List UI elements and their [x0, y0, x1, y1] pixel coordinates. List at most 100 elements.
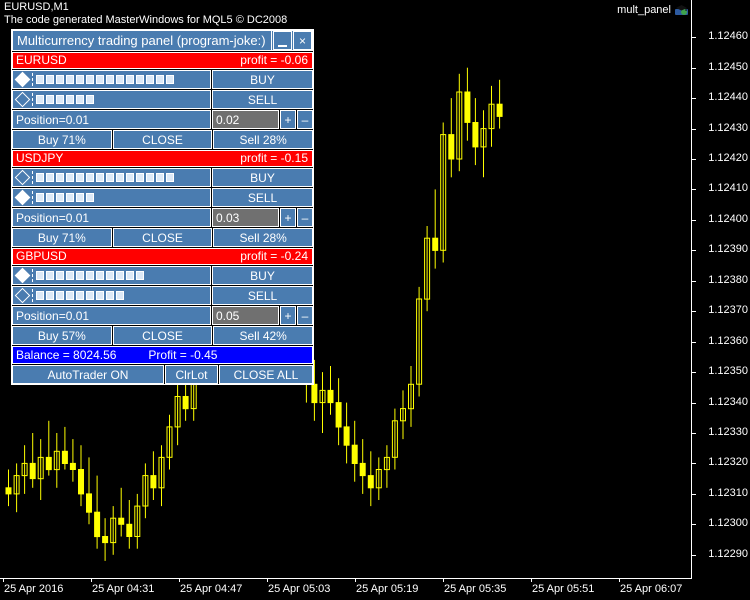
- sell-gauge[interactable]: [12, 286, 211, 305]
- balance-value: Balance = 8024.56: [16, 348, 117, 362]
- time-tick-mark: [3, 578, 4, 582]
- time-tick-mark: [91, 578, 92, 582]
- symbol-header: EURUSD profit = -0.06: [12, 52, 313, 69]
- minimize-button[interactable]: [273, 31, 292, 50]
- sell-selector[interactable]: [13, 189, 32, 206]
- gauge-separator: [32, 191, 33, 204]
- time-tick-label: 25 Apr 04:47: [180, 583, 243, 595]
- price-tick-mark: [692, 403, 696, 404]
- buy-selector[interactable]: [13, 169, 32, 186]
- close-button[interactable]: ×: [293, 31, 312, 50]
- gauge-block: [116, 173, 124, 182]
- buy-button[interactable]: BUY: [212, 70, 313, 89]
- buy-gauge-blocks: [36, 75, 174, 84]
- gauge-block: [66, 271, 74, 280]
- buy-row: BUY: [12, 70, 313, 89]
- close-position-button[interactable]: CLOSE: [112, 228, 213, 247]
- buy-selector[interactable]: [13, 267, 32, 284]
- diamond-icon: [14, 71, 31, 88]
- gauge-block: [96, 291, 104, 300]
- multicurrency-trading-panel[interactable]: Multicurrency trading panel (program-jok…: [11, 29, 314, 385]
- sell-percent-button[interactable]: Sell 28%: [213, 228, 314, 247]
- sell-percent-button[interactable]: Sell 42%: [213, 326, 314, 345]
- buy-gauge[interactable]: [12, 70, 211, 89]
- lot-size-input[interactable]: 0.02: [212, 110, 279, 129]
- time-tick-mark: [443, 578, 444, 582]
- lot-increase-button[interactable]: +: [280, 208, 296, 227]
- close-position-button[interactable]: CLOSE: [112, 130, 213, 149]
- buy-row: BUY: [12, 168, 313, 187]
- sell-button[interactable]: SELL: [212, 286, 313, 305]
- sell-gauge[interactable]: [12, 188, 211, 207]
- gauge-separator: [32, 289, 33, 302]
- sell-gauge[interactable]: [12, 90, 211, 109]
- position-row: Position=0.01 0.02 + –: [12, 110, 313, 129]
- sell-button[interactable]: SELL: [212, 188, 313, 207]
- price-tick-label: 1.12400: [708, 213, 748, 225]
- metatrader-chart-window: EURUSD,M1 The code generated MasterWindo…: [0, 0, 750, 600]
- lot-decrease-button[interactable]: –: [297, 306, 313, 325]
- symbol-header: USDJPY profit = -0.15: [12, 150, 313, 167]
- sell-selector[interactable]: [13, 91, 32, 108]
- price-tick-mark: [692, 159, 696, 160]
- time-scale-divider: [0, 578, 692, 579]
- gauge-block: [66, 95, 74, 104]
- buy-button[interactable]: BUY: [212, 168, 313, 187]
- gauge-block: [76, 95, 84, 104]
- lot-increase-button[interactable]: +: [280, 110, 296, 129]
- gauge-block: [86, 173, 94, 182]
- buy-percent-button[interactable]: Buy 71%: [12, 130, 112, 149]
- close-icon: ×: [298, 33, 306, 48]
- sell-button[interactable]: SELL: [212, 90, 313, 109]
- time-scale[interactable]: 25 Apr 2016 25 Apr 04:31 25 Apr 04:47 25 Ap…: [0, 578, 692, 600]
- price-tick-label: 1.12350: [708, 365, 748, 377]
- price-tick-label: 1.12290: [708, 548, 748, 560]
- lot-decrease-button[interactable]: –: [297, 110, 313, 129]
- minimize-icon: [278, 44, 287, 47]
- price-tick-label: 1.12450: [708, 61, 748, 73]
- chart-symbol-label: EURUSD,M1: [4, 1, 69, 13]
- buy-percent-button[interactable]: Buy 71%: [12, 228, 112, 247]
- lot-decrease-button[interactable]: –: [297, 208, 313, 227]
- time-tick-mark: [267, 578, 268, 582]
- lot-increase-button[interactable]: +: [280, 306, 296, 325]
- symbol-section: GBPUSD profit = -0.24 BUY SELL Position=0.01…: [12, 248, 314, 345]
- gauge-block: [56, 193, 64, 202]
- gauge-block: [66, 173, 74, 182]
- gauge-block: [36, 173, 44, 182]
- expert-advisor-icon: [675, 4, 688, 17]
- price-scale[interactable]: 1.12460 1.12450 1.12440 1.12430 1.12420 1.124…: [692, 0, 750, 578]
- panel-titlebar[interactable]: Multicurrency trading panel (program-jok…: [12, 30, 313, 51]
- clear-lot-button[interactable]: ClrLot: [165, 365, 218, 384]
- time-tick-label: 25 Apr 05:35: [444, 583, 507, 595]
- buy-gauge[interactable]: [12, 168, 211, 187]
- buy-selector[interactable]: [13, 71, 32, 88]
- buy-percent-button[interactable]: Buy 57%: [12, 326, 112, 345]
- autotrader-toggle-button[interactable]: AutoTrader ON: [12, 365, 164, 384]
- panel-title: Multicurrency trading panel (program-jok…: [13, 31, 272, 50]
- time-tick-mark: [179, 578, 180, 582]
- buy-button[interactable]: BUY: [212, 266, 313, 285]
- sell-percent-button[interactable]: Sell 28%: [213, 130, 314, 149]
- gauge-block: [146, 173, 154, 182]
- sell-selector[interactable]: [13, 287, 32, 304]
- close-position-button[interactable]: CLOSE: [112, 326, 213, 345]
- gauge-separator: [32, 171, 33, 184]
- lot-size-input[interactable]: 0.05: [212, 306, 279, 325]
- gauge-block: [146, 75, 154, 84]
- gauge-block: [156, 173, 164, 182]
- close-all-button[interactable]: CLOSE ALL: [219, 365, 313, 384]
- position-row: Position=0.01 0.03 + –: [12, 208, 313, 227]
- position-label: Position=0.01: [12, 110, 211, 129]
- price-tick-mark: [692, 68, 696, 69]
- gauge-separator: [32, 73, 33, 86]
- buy-gauge[interactable]: [12, 266, 211, 285]
- gauge-block: [116, 291, 124, 300]
- price-tick-mark: [692, 98, 696, 99]
- diamond-icon: [14, 287, 31, 304]
- gauge-block: [66, 75, 74, 84]
- lot-size-input[interactable]: 0.03: [212, 208, 279, 227]
- indicator-name-label: mult_panel: [617, 3, 688, 16]
- buy-gauge-blocks: [36, 173, 174, 182]
- gauge-block: [106, 291, 114, 300]
